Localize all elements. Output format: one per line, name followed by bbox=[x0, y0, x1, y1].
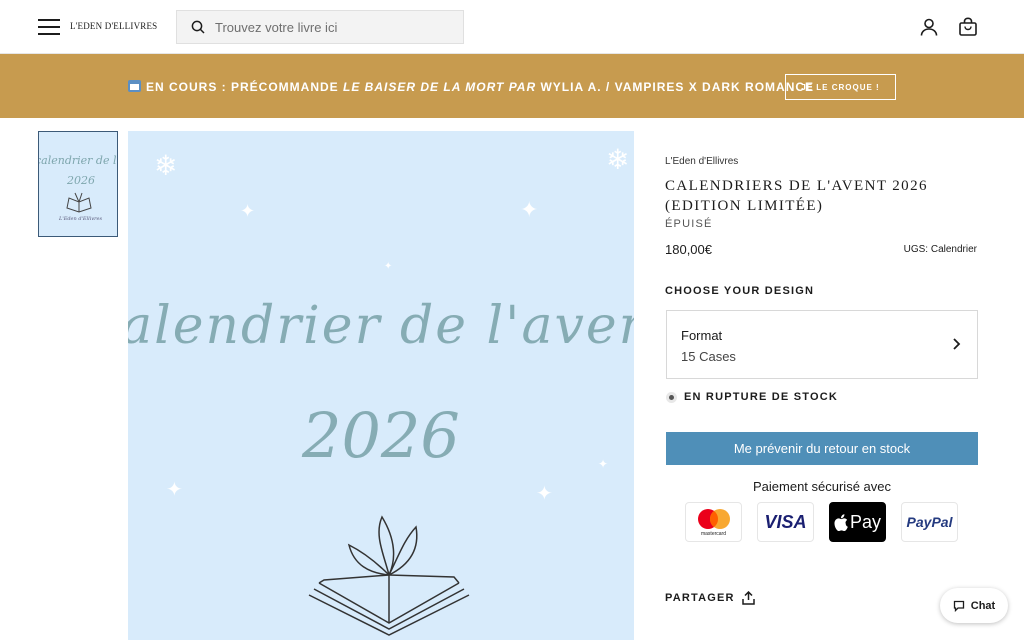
product-vendor[interactable]: L'Eden d'Ellivres bbox=[665, 156, 738, 167]
product-price: 180,00€ bbox=[665, 242, 712, 257]
payment-heading: Paiement sécurisé avec bbox=[752, 479, 891, 494]
thumb-text-line2: 2026 bbox=[67, 174, 95, 187]
sparkle-icon: ✦ bbox=[384, 261, 393, 272]
notify-back-in-stock-button[interactable]: Me prévenir du retour en stock bbox=[666, 432, 978, 465]
chat-button[interactable]: Chat bbox=[940, 588, 1008, 623]
account-icon[interactable] bbox=[919, 17, 939, 37]
product-main-image[interactable]: ❄ ✦ ✦ ❄ ✦ ✦ ✦ ✦ calendrier de l'avent 20… bbox=[128, 131, 634, 640]
format-label: Format bbox=[681, 328, 723, 343]
image-text-line2: 2026 bbox=[302, 399, 460, 472]
apple-logo-icon bbox=[834, 513, 848, 531]
announcement-text[interactable]: EN COURS : PRÉCOMMANDE LE BAISER DE LA M… bbox=[128, 80, 814, 94]
thumb-caption: L'Eden d'Ellivres bbox=[59, 216, 103, 222]
choose-design-heading: CHOOSE YOUR DESIGN bbox=[665, 285, 815, 297]
mastercard-icon: mastercard bbox=[685, 502, 742, 542]
menu-icon[interactable] bbox=[38, 19, 60, 35]
book-icon bbox=[66, 192, 92, 213]
open-book-illustration bbox=[308, 515, 470, 636]
image-text-line1: calendrier de l'avent bbox=[128, 296, 634, 356]
stock-status: EN RUPTURE DE STOCK bbox=[666, 391, 838, 403]
visa-icon: VISA bbox=[757, 502, 814, 542]
sold-out-badge: ÉPUISÉ bbox=[665, 218, 713, 230]
search-bar[interactable] bbox=[176, 10, 464, 44]
chat-bubble-icon bbox=[953, 600, 964, 612]
thumb-text-line1: calendrier de l'avent bbox=[38, 154, 117, 167]
search-icon bbox=[191, 20, 205, 34]
paypal-icon: PayPal bbox=[901, 502, 958, 542]
product-thumbnail[interactable]: calendrier de l'avent 2026 L'Eden d'Elli… bbox=[38, 131, 118, 237]
site-header: L'EDEN D'ELLIVRES bbox=[0, 0, 1024, 54]
sparkle-icon: ✦ bbox=[536, 483, 553, 505]
product-title: CALENDRIERS DE L'AVENT 2026 (EDITION LIM… bbox=[665, 178, 928, 214]
sparkle-icon: ✦ bbox=[240, 201, 256, 221]
format-selector[interactable]: Format 15 Cases bbox=[666, 310, 978, 379]
site-logo[interactable]: L'EDEN D'ELLIVRES bbox=[70, 21, 157, 31]
status-dot-icon bbox=[666, 391, 677, 403]
sparkle-icon: ✦ bbox=[166, 479, 183, 501]
product-sku: UGS: Calendrier bbox=[903, 244, 977, 255]
share-icon bbox=[741, 591, 755, 605]
snowflake-icon: ❄ bbox=[154, 150, 178, 181]
snowflake-icon: ❄ bbox=[606, 144, 630, 175]
calendar-icon bbox=[128, 80, 141, 92]
sparkle-icon: ✦ bbox=[520, 197, 539, 222]
cart-icon[interactable] bbox=[958, 17, 978, 37]
share-button[interactable]: PARTAGER bbox=[665, 591, 755, 605]
sparkle-icon: ✦ bbox=[598, 457, 609, 471]
search-input[interactable] bbox=[215, 19, 445, 35]
apple-pay-icon: Pay bbox=[829, 502, 886, 542]
format-value: 15 Cases bbox=[681, 349, 736, 364]
chevron-right-icon bbox=[953, 338, 961, 350]
banner-cta-button[interactable]: JE LE CROQUE ! bbox=[785, 74, 896, 100]
